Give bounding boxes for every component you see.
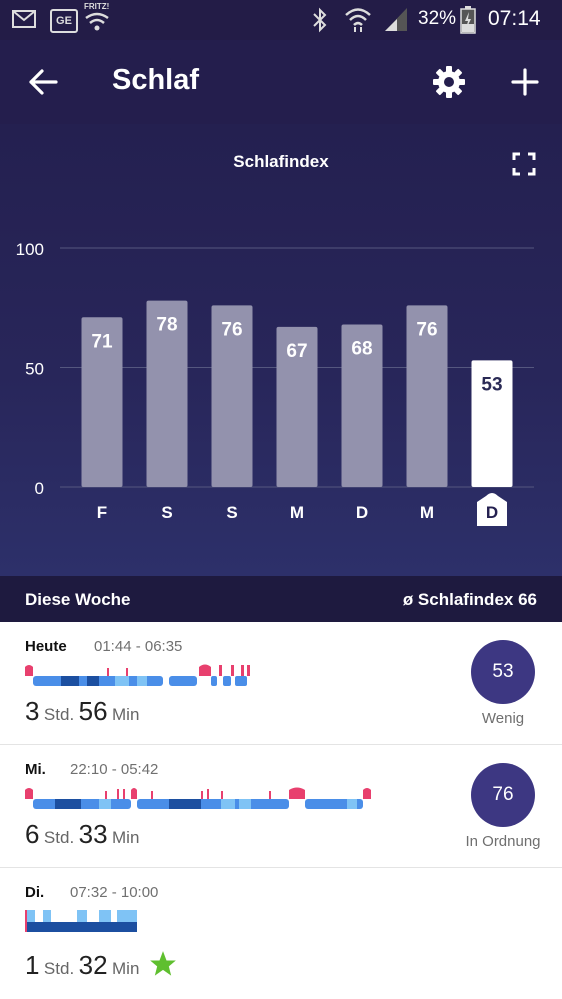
bar-value-label: 78 xyxy=(156,315,177,336)
y-tick-label: 100 xyxy=(16,240,44,259)
x-tick-label: M xyxy=(290,503,304,522)
x-tick-label: D xyxy=(356,503,368,522)
sleep-score-chart: 0 50 100 71 F 78 S 76 S 67 M 68 D 76 M 53 D xyxy=(16,240,534,526)
week-average: ø Schlafindex 66 xyxy=(402,590,537,609)
chart-panel: Schlafindex 0 50 100 71 F 78 S 76 S 67 M 68 D 76 M 53 D xyxy=(0,124,562,576)
entry-time-range: 01:44 - 06:35 xyxy=(94,638,183,655)
entry-day: Mi. xyxy=(25,761,46,778)
battery-percent: 32% xyxy=(418,8,457,29)
y-tick-label: 50 xyxy=(25,360,44,379)
app-badge-text: GE xyxy=(56,15,72,27)
bar-value-label: 67 xyxy=(286,341,307,362)
sleep-stage-graph xyxy=(25,910,137,932)
add-icon[interactable] xyxy=(511,68,539,96)
score-circle: 76 xyxy=(471,763,535,827)
wifi-signal-icon xyxy=(345,8,371,32)
bar-value-label: 76 xyxy=(221,319,242,340)
score-circle: 53 xyxy=(471,640,535,704)
cell-signal-icon xyxy=(385,8,407,31)
x-tick-label: D xyxy=(486,503,498,522)
bluetooth-icon xyxy=(313,7,327,33)
x-tick-label: M xyxy=(420,503,434,522)
wifi-notification-icon: FRITZ! xyxy=(84,2,114,34)
bar-value-label: 76 xyxy=(416,319,437,340)
score-label: In Ordnung xyxy=(465,833,541,850)
mail-icon xyxy=(12,10,36,28)
entry-day: Heute xyxy=(25,638,67,655)
x-tick-label: S xyxy=(226,503,237,522)
bar-value-label: 53 xyxy=(481,374,502,395)
star-icon xyxy=(150,951,176,976)
week-summary-bar: Diese Woche ø Schlafindex 66 xyxy=(0,576,562,622)
page-title: Schlaf xyxy=(112,64,200,96)
app-notification-icon: GE xyxy=(50,9,78,33)
gear-icon[interactable] xyxy=(432,65,466,99)
bar-value-label: 68 xyxy=(351,338,372,359)
entry-time-range: 07:32 - 10:00 xyxy=(70,884,159,901)
bar-value-label: 71 xyxy=(91,331,113,352)
app-bar: Schlaf xyxy=(0,40,562,124)
status-bar: GE FRITZ! 32% 07:14 xyxy=(0,0,562,40)
score-label: Wenig xyxy=(481,710,525,727)
sleep-entry[interactable]: Mi. 22:10 - 05:42 6 Std. 33 Min 76 In Or… xyxy=(0,745,562,868)
clock: 07:14 xyxy=(488,7,541,30)
y-tick-label: 0 xyxy=(35,479,44,498)
entry-duration: 3 Std. 56 Min xyxy=(25,696,140,726)
entry-time-range: 22:10 - 05:42 xyxy=(70,761,159,778)
battery-charging-icon xyxy=(460,6,476,34)
entry-duration: 1 Std. 32 Min xyxy=(25,950,140,980)
sleep-stage-graph xyxy=(25,664,250,686)
x-tick-label: S xyxy=(161,503,172,522)
back-arrow-icon[interactable] xyxy=(28,68,58,96)
entry-duration: 6 Std. 33 Min xyxy=(25,819,140,849)
sleep-entry[interactable]: Di. 07:32 - 10:00 1 Std. 32 Min xyxy=(0,868,562,999)
sleep-entry[interactable]: Heute 01:44 - 06:35 3 Std. 56 Min 53 Wen… xyxy=(0,622,562,745)
week-label: Diese Woche xyxy=(25,590,131,609)
entry-day: Di. xyxy=(25,884,45,901)
sleep-stage-graph xyxy=(25,787,371,809)
x-tick-label: F xyxy=(97,503,107,522)
wifi-badge-text: FRITZ! xyxy=(84,2,110,11)
